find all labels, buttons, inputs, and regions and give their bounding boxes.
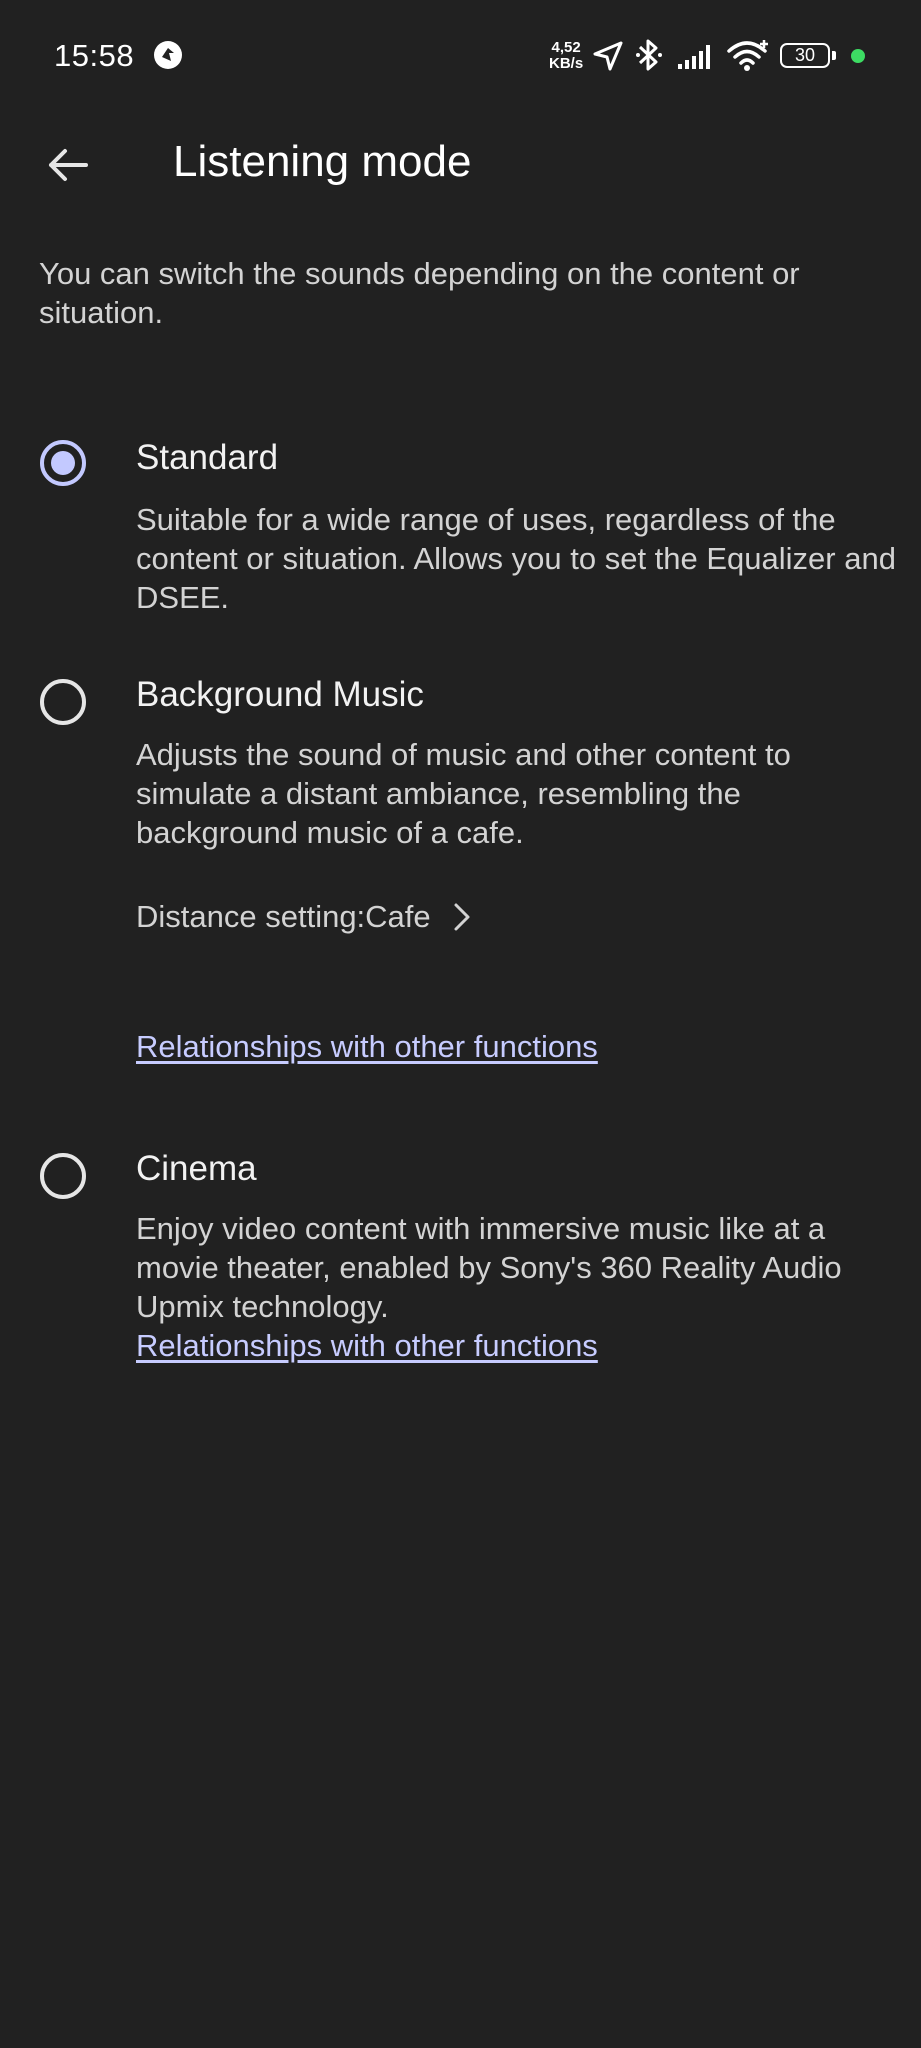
page-title: Listening mode [173, 137, 472, 186]
network-speed-value: 4,52 [551, 39, 581, 56]
signal-bars-icon [678, 45, 710, 69]
location-arrow-icon [593, 41, 623, 71]
option-standard-description: Suitable for a wide range of uses, regar… [136, 502, 896, 615]
option-background-music[interactable]: Background Music Adjusts the sound of mu… [0, 667, 921, 1087]
network-speed: 4,52 KB/s [549, 40, 583, 72]
chevron-right-icon [454, 903, 470, 931]
relationships-link-cinema[interactable]: Relationships with other functions [136, 1326, 598, 1365]
status-time: 15:58 [54, 38, 135, 73]
back-button[interactable] [38, 135, 98, 195]
assistant-icon [154, 41, 182, 69]
battery-tip [832, 51, 836, 60]
option-cinema[interactable]: Cinema Enjoy video content with immersiv… [0, 1141, 921, 1371]
bluetooth-icon [636, 39, 662, 71]
active-dot [851, 49, 865, 63]
arrow-left-icon [49, 149, 88, 181]
intro-text: You can switch the sounds depending on t… [39, 256, 800, 330]
network-speed-unit: KB/s [549, 55, 584, 72]
wifi-icon [727, 40, 768, 71]
option-standard-label: Standard [136, 438, 279, 477]
radio-cinema[interactable] [40, 1153, 86, 1199]
radio-background-music[interactable] [40, 679, 86, 725]
option-cinema-description: Enjoy video content with immersive music… [136, 1211, 842, 1324]
option-cinema-label: Cinema [136, 1149, 257, 1188]
distance-setting-label: Distance setting:Cafe [136, 899, 431, 934]
battery-icon: 30 [780, 43, 830, 68]
app-bar: Listening mode [0, 110, 921, 220]
option-background-music-label: Background Music [136, 675, 424, 714]
status-bar: 15:58 4,52 KB/s 30 [0, 0, 921, 110]
relationships-link-background-music[interactable]: Relationships with other functions [136, 1027, 598, 1066]
option-background-music-description: Adjusts the sound of music and other con… [136, 737, 791, 850]
option-standard[interactable]: Standard Suitable for a wide range of us… [0, 430, 921, 630]
distance-setting-row[interactable]: Distance setting:Cafe [136, 899, 471, 935]
radio-standard[interactable] [40, 440, 86, 486]
